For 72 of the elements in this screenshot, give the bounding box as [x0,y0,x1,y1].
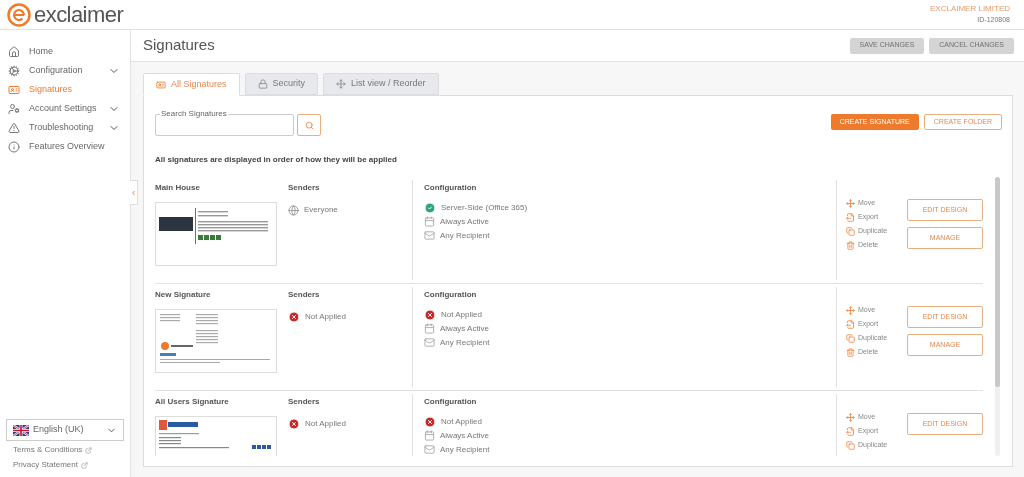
external-link-icon [80,461,88,469]
calendar-icon [424,430,435,441]
home-icon [8,45,20,58]
move-icon [336,79,347,89]
collapse-button[interactable] [130,180,138,205]
warning-icon [8,121,20,134]
search-button[interactable] [297,114,321,136]
sidebar-item[interactable]: Configuration [0,61,130,80]
move-icon [846,305,855,315]
move-icon [846,198,855,208]
signature-name: All Users Signature [155,396,230,408]
configuration-item: Not Applied [441,308,482,321]
id-card-icon [8,83,20,96]
configuration-item: Always Active [440,429,489,442]
column-heading: Senders [288,396,321,408]
configuration-item: Always Active [440,215,489,228]
lock-icon [257,79,268,89]
info-icon [8,140,20,153]
signature-name: Main House [155,182,201,194]
configuration-item: Always Active [440,322,489,335]
mail-icon [424,230,435,241]
language-select[interactable]: English (UK) [6,419,124,441]
trash-icon [846,240,855,250]
search-icon [304,120,314,130]
move-icon [846,412,855,422]
sidebar-item[interactable]: Account Settings [0,99,130,118]
footer-link[interactable]: Privacy Statement [13,459,124,471]
mail-icon [424,337,435,348]
id-card-icon [156,79,166,90]
configuration-item: Not Applied [441,415,482,428]
column-heading: Senders [288,182,321,194]
sidebar-item[interactable]: Signatures [0,80,130,99]
column-heading: Configuration [424,182,478,194]
senders-value: Not Applied [305,311,346,323]
tab[interactable]: List view / Reorder [323,73,439,95]
sidebar-item[interactable]: Features Overview [0,137,130,156]
column-heading: Configuration [424,289,478,301]
column-heading: Configuration [424,396,478,408]
trash-icon [846,347,855,357]
configuration-item: Any Recipient [440,229,490,242]
footer-link[interactable]: Terms & Conditions [13,444,124,456]
export-icon [846,212,855,222]
scrollbar[interactable] [995,177,1000,456]
signature-name: New Signature [155,289,212,301]
calendar-icon [424,216,435,227]
sidebar-item[interactable]: Home [0,42,130,61]
flag-icon [13,424,29,436]
order-notice: All signatures are displayed in order of how they will be applied [155,154,398,166]
external-link-icon [85,446,93,454]
copy-icon [846,333,855,343]
chevron-left-icon [130,188,137,197]
logo-icon [7,2,31,27]
copy-icon [846,226,855,236]
export-icon [846,319,855,329]
gears-icon [8,64,20,77]
senders-value: Everyone [304,204,338,216]
configuration-item: Server-Side (Office 365) [441,201,528,214]
configuration-item: Any Recipient [440,443,490,456]
configuration-item: Any Recipient [440,336,490,349]
tab[interactable]: All Signatures [143,73,240,96]
user-gear-icon [8,102,20,115]
sidebar-item[interactable]: Troubleshooting [0,118,130,137]
logo-text: exclaimer [34,3,124,26]
senders-value: Not Applied [305,418,346,430]
tab[interactable]: Security [244,73,319,95]
column-heading: Senders [288,289,321,301]
export-icon [846,426,855,436]
page-title: Signatures [143,35,215,56]
calendar-icon [424,323,435,334]
account-name: EXCLAIMER LIMITED [930,3,1010,16]
mail-icon [424,444,435,455]
copy-icon [846,440,855,450]
